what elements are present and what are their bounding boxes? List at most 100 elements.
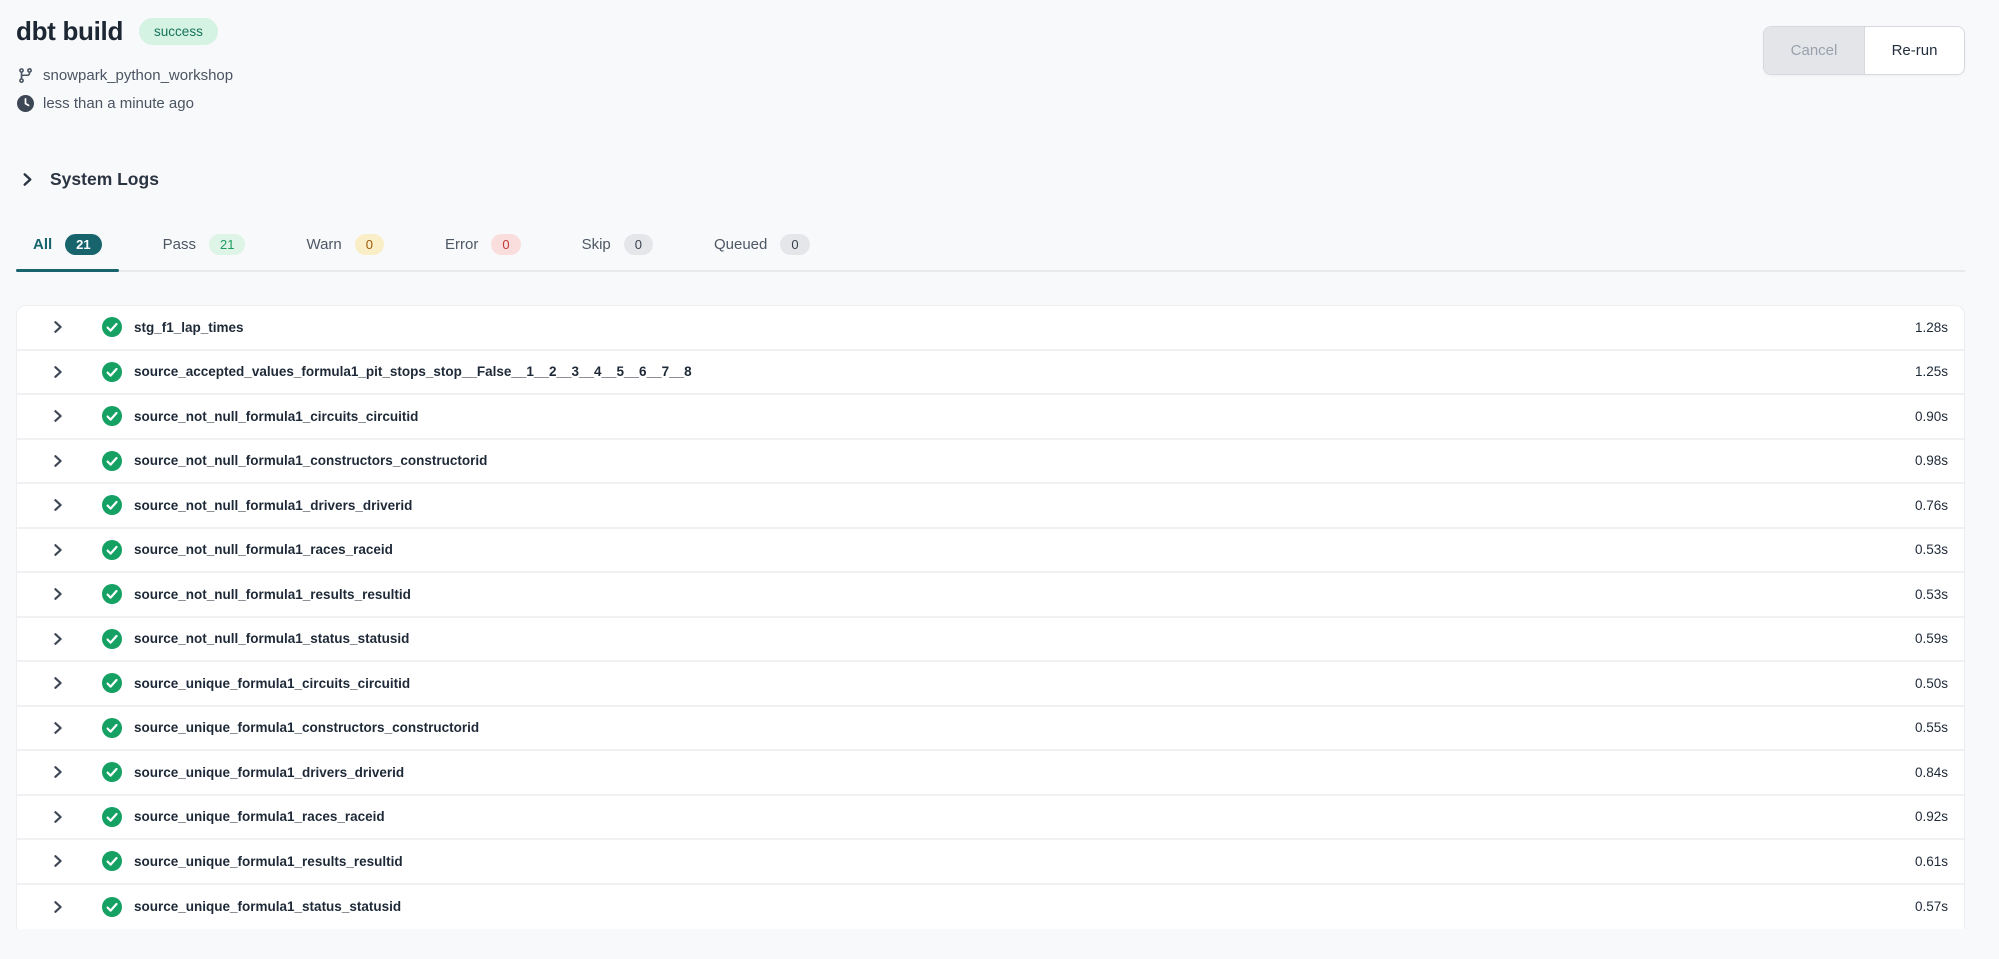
run-header-left: dbt build success snowpark_python_worksh…: [16, 16, 233, 117]
chevron-right-icon[interactable]: [51, 900, 65, 914]
result-name: source_not_null_formula1_races_raceid: [134, 542, 1895, 557]
result-name: source_not_null_formula1_drivers_driveri…: [134, 498, 1895, 513]
clock-icon: [17, 95, 34, 112]
git-branch-icon: [17, 67, 34, 84]
result-name: source_unique_formula1_results_resultid: [134, 854, 1895, 869]
result-duration: 0.53s: [1915, 587, 1948, 602]
run-page: dbt build success snowpark_python_worksh…: [0, 0, 1999, 959]
chevron-right-icon[interactable]: [51, 543, 65, 557]
result-name: stg_f1_lap_times: [134, 320, 1895, 335]
result-row[interactable]: stg_f1_lap_times 1.28s: [17, 306, 1964, 351]
result-row[interactable]: source_not_null_formula1_constructors_co…: [17, 440, 1964, 485]
check-circle-icon: [102, 807, 122, 827]
tab-label: Error: [445, 236, 478, 253]
result-duration: 0.76s: [1915, 498, 1948, 513]
result-name: source_unique_formula1_drivers_driverid: [134, 765, 1895, 780]
title-row: dbt build success: [16, 16, 233, 47]
tab-error[interactable]: Error 0: [428, 226, 538, 270]
check-circle-icon: [102, 406, 122, 426]
tab-count-badge: 0: [491, 234, 520, 255]
chevron-right-icon[interactable]: [51, 810, 65, 824]
result-row[interactable]: source_not_null_formula1_circuits_circui…: [17, 395, 1964, 440]
result-duration: 0.59s: [1915, 631, 1948, 646]
result-duration: 0.55s: [1915, 720, 1948, 735]
run-header: dbt build success snowpark_python_worksh…: [0, 0, 1999, 117]
result-name: source_unique_formula1_status_statusid: [134, 899, 1895, 914]
result-row[interactable]: source_accepted_values_formula1_pit_stop…: [17, 351, 1964, 396]
check-circle-icon: [102, 317, 122, 337]
page-title: dbt build: [16, 16, 123, 47]
result-duration: 0.84s: [1915, 765, 1948, 780]
result-name: source_unique_formula1_constructors_cons…: [134, 720, 1895, 735]
result-row[interactable]: source_unique_formula1_drivers_driverid …: [17, 751, 1964, 796]
tab-queued[interactable]: Queued 0: [697, 226, 827, 270]
tab-label: Warn: [306, 236, 341, 253]
tab-label: Queued: [714, 236, 767, 253]
run-actions: Cancel Re-run: [1763, 26, 1965, 75]
result-duration: 0.98s: [1915, 453, 1948, 468]
result-duration: 0.92s: [1915, 809, 1948, 824]
chevron-right-icon[interactable]: [51, 498, 65, 512]
chevron-right-icon[interactable]: [51, 632, 65, 646]
chevron-right-icon[interactable]: [51, 587, 65, 601]
tab-label: All: [33, 236, 52, 253]
chevron-right-icon[interactable]: [51, 409, 65, 423]
tab-count-badge: 0: [780, 234, 809, 255]
result-row[interactable]: source_unique_formula1_races_raceid 0.92…: [17, 796, 1964, 841]
result-duration: 0.57s: [1915, 899, 1948, 914]
time-row: less than a minute ago: [17, 89, 233, 117]
tab-warn[interactable]: Warn 0: [289, 226, 401, 270]
result-row[interactable]: source_not_null_formula1_status_statusid…: [17, 618, 1964, 663]
results-list: stg_f1_lap_times 1.28s source_accepted_v…: [16, 305, 1965, 929]
result-row[interactable]: source_not_null_formula1_races_raceid 0.…: [17, 529, 1964, 574]
cancel-button[interactable]: Cancel: [1764, 27, 1864, 74]
system-logs-toggle[interactable]: System Logs: [20, 169, 159, 190]
chevron-right-icon[interactable]: [51, 365, 65, 379]
result-duration: 0.50s: [1915, 676, 1948, 691]
result-name: source_unique_formula1_races_raceid: [134, 809, 1895, 824]
tab-label: Skip: [582, 236, 611, 253]
result-duration: 0.61s: [1915, 854, 1948, 869]
check-circle-icon: [102, 673, 122, 693]
chevron-right-icon[interactable]: [51, 454, 65, 468]
result-row[interactable]: source_unique_formula1_results_resultid …: [17, 840, 1964, 885]
check-circle-icon: [102, 897, 122, 917]
result-duration: 1.28s: [1915, 320, 1948, 335]
check-circle-icon: [102, 451, 122, 471]
time-ago: less than a minute ago: [43, 95, 194, 112]
result-name: source_unique_formula1_circuits_circuiti…: [134, 676, 1895, 691]
chevron-right-icon[interactable]: [51, 854, 65, 868]
check-circle-icon: [102, 718, 122, 738]
rerun-button[interactable]: Re-run: [1864, 27, 1964, 74]
check-circle-icon: [102, 540, 122, 560]
chevron-right-icon[interactable]: [51, 765, 65, 779]
tab-count-badge: 0: [624, 234, 653, 255]
result-row[interactable]: source_unique_formula1_constructors_cons…: [17, 707, 1964, 752]
result-duration: 1.25s: [1915, 364, 1948, 379]
chevron-right-icon[interactable]: [51, 676, 65, 690]
result-row[interactable]: source_unique_formula1_circuits_circuiti…: [17, 662, 1964, 707]
chevron-right-icon[interactable]: [51, 721, 65, 735]
branch-name: snowpark_python_workshop: [43, 67, 233, 84]
tab-count-badge: 21: [65, 234, 101, 255]
status-badge: success: [139, 18, 218, 45]
result-name: source_not_null_formula1_circuits_circui…: [134, 409, 1895, 424]
result-row[interactable]: source_not_null_formula1_results_resulti…: [17, 573, 1964, 618]
result-row[interactable]: source_not_null_formula1_drivers_driveri…: [17, 484, 1964, 529]
system-logs-label: System Logs: [50, 169, 159, 190]
result-row[interactable]: source_unique_formula1_status_statusid 0…: [17, 885, 1964, 930]
tab-count-badge: 0: [355, 234, 384, 255]
result-duration: 0.53s: [1915, 542, 1948, 557]
tab-label: Pass: [163, 236, 196, 253]
tab-skip[interactable]: Skip 0: [565, 226, 670, 270]
check-circle-icon: [102, 762, 122, 782]
chevron-right-icon[interactable]: [51, 320, 65, 334]
tab-all[interactable]: All 21: [16, 226, 119, 270]
chevron-right-icon: [20, 172, 35, 187]
result-name: source_not_null_formula1_results_resulti…: [134, 587, 1895, 602]
tab-count-badge: 21: [209, 234, 245, 255]
check-circle-icon: [102, 495, 122, 515]
result-duration: 0.90s: [1915, 409, 1948, 424]
tab-pass[interactable]: Pass 21: [146, 226, 263, 270]
result-name: source_accepted_values_formula1_pit_stop…: [134, 364, 1895, 379]
